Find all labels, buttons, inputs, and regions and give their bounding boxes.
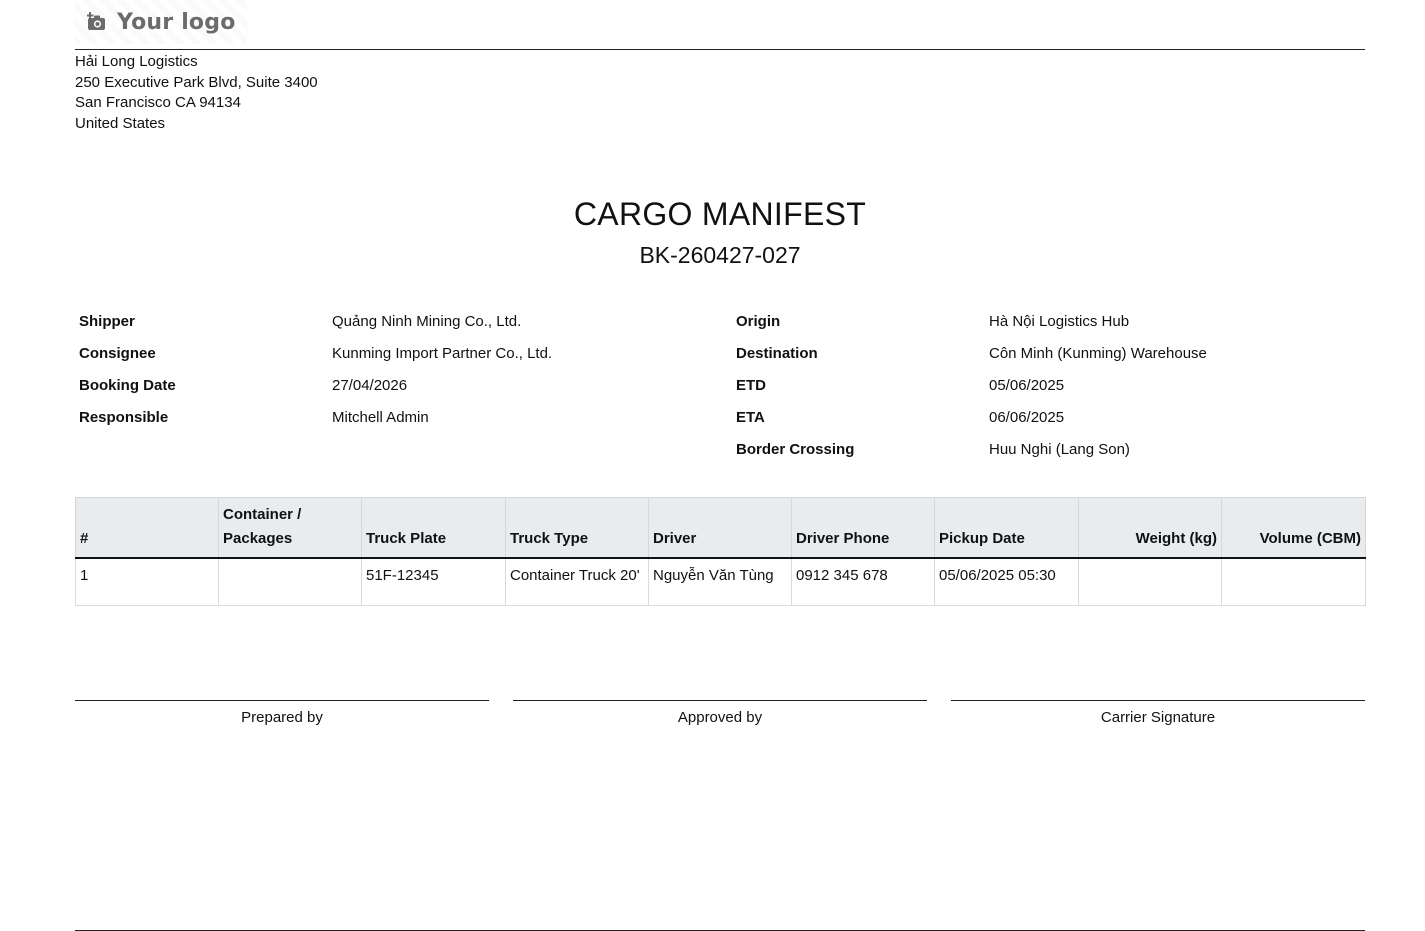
cell-weight [1078,557,1222,606]
column-header-truck-plate: Truck Plate [361,497,506,559]
info-value: Hà Nội Logistics Hub [989,312,1130,330]
company-name: Hải Long Logistics [75,53,198,70]
info-value: 05/06/2025 [989,376,1065,394]
address-line-1: 250 Executive Park Blvd, Suite 3400 [75,73,318,91]
info-label: Border Crossing [736,440,855,458]
manifest-page: Your logo Hải Long Logistics 250 Executi… [0,0,1425,931]
info-row-origin: Origin Hà Nội Logistics Hub [736,305,1207,337]
column-header-container: Container / Packages [218,497,362,559]
column-header-driver-phone: Driver Phone [791,497,935,559]
signature-approved-by: Approved by [513,700,927,726]
info-row-destination: Destination Côn Minh (Kunming) Warehouse [736,337,1207,369]
column-header-weight: Weight (kg) [1078,497,1222,559]
cell-truck-type: Container Truck 20' [505,557,649,606]
column-header-volume: Volume (CBM) [1221,497,1366,559]
info-value: Mitchell Admin [332,408,429,426]
info-label: Shipper [79,312,135,330]
shipment-info-right: Origin Hà Nội Logistics Hub Destination … [736,305,1207,465]
info-value: Quảng Ninh Mining Co., Ltd. [332,312,522,330]
info-value: Huu Nghi (Lang Son) [989,440,1130,458]
info-row-shipper: Shipper Quảng Ninh Mining Co., Ltd. [79,305,552,337]
info-row-eta: ETA 06/06/2025 [736,401,1207,433]
column-header-index: # [75,497,219,559]
shipment-info-left: Shipper Quảng Ninh Mining Co., Ltd. Cons… [79,305,552,433]
cell-container [218,557,362,606]
info-label: Booking Date [79,376,176,394]
info-value: Kunming Import Partner Co., Ltd. [332,344,553,362]
cell-pickup-date: 05/06/2025 05:30 [934,557,1079,606]
info-row-border-crossing: Border Crossing Huu Nghi (Lang Son) [736,433,1207,465]
table-header-row: # Container / Packages Truck Plate Truck… [75,497,1366,559]
header-divider [75,49,1365,50]
column-header-pickup-date: Pickup Date [934,497,1079,559]
signature-prepared-by: Prepared by [75,700,489,726]
booking-reference: BK-260427-027 [639,242,801,268]
table-row: 1 51F-12345 Container Truck 20' Nguyễn V… [75,557,1366,606]
info-label: Destination [736,344,818,362]
info-row-booking-date: Booking Date 27/04/2026 [79,369,552,401]
info-value: 27/04/2026 [332,376,408,394]
logo-text: Your logo [117,9,236,35]
info-label: ETA [736,408,765,426]
cell-truck-plate: 51F-12345 [361,557,506,606]
company-logo: Your logo [75,0,247,44]
info-value: Côn Minh (Kunming) Warehouse [989,344,1207,362]
signature-carrier: Carrier Signature [951,700,1365,726]
info-row-etd: ETD 05/06/2025 [736,369,1207,401]
manifest-table: # Container / Packages Truck Plate Truck… [75,497,1366,606]
info-label: Consignee [79,344,156,362]
cell-driver: Nguyễn Văn Tùng [648,557,792,606]
info-row-consignee: Consignee Kunming Import Partner Co., Lt… [79,337,552,369]
info-label: ETD [736,376,766,394]
info-value: 06/06/2025 [989,408,1065,426]
cell-driver-phone: 0912 345 678 [791,557,935,606]
column-header-truck-type: Truck Type [505,497,649,559]
address-line-2: San Francisco CA 94134 [75,94,241,111]
info-label: Responsible [79,408,169,426]
cell-index: 1 [75,557,219,606]
camera-plus-icon [87,12,107,32]
address-country: United States [75,114,166,132]
column-header-driver: Driver [648,497,792,559]
document-title: CARGO MANIFEST [573,196,867,232]
info-row-responsible: Responsible Mitchell Admin [79,401,552,433]
cell-volume [1221,557,1366,606]
info-label: Origin [736,312,781,330]
company-address: Hải Long Logistics 250 Executive Park Bl… [75,52,318,134]
